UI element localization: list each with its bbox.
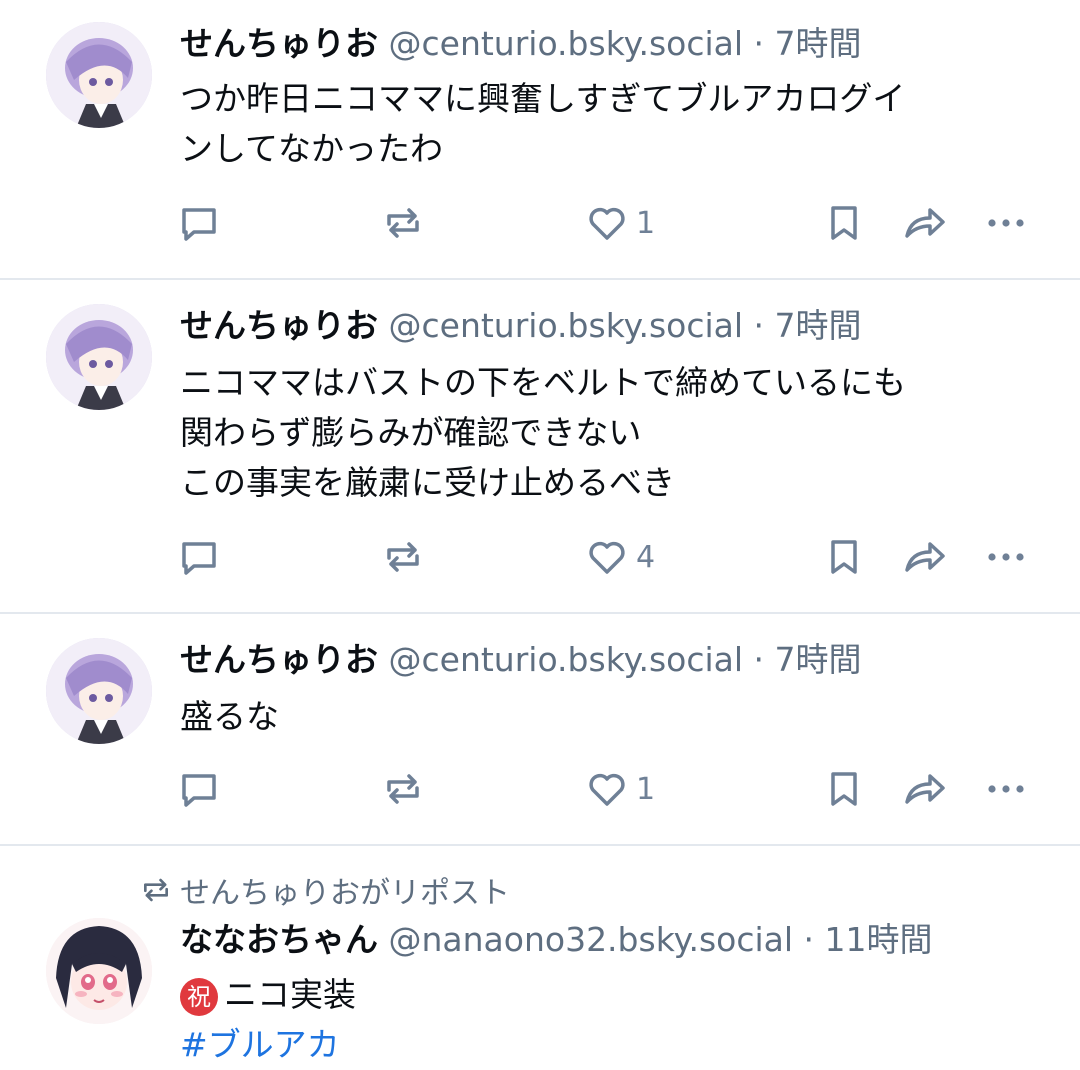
post-2[interactable]: せんちゅりお @centurio.bsky.social · 7時間 ニコママは… bbox=[0, 280, 1080, 614]
share-icon bbox=[905, 542, 945, 572]
more-icon bbox=[988, 219, 1024, 227]
bookmark-icon bbox=[831, 206, 857, 240]
post-3[interactable]: せんちゅりお @centurio.bsky.social · 7時間 盛るな 1 bbox=[0, 614, 1080, 846]
bookmark-button[interactable] bbox=[824, 198, 864, 248]
post-text-line: ニコママはバストの下をベルトで締めているにも bbox=[180, 363, 906, 402]
more-button[interactable] bbox=[984, 198, 1028, 248]
like-button[interactable]: 4 bbox=[586, 532, 655, 582]
like-button[interactable]: 1 bbox=[586, 764, 655, 814]
avatar[interactable] bbox=[46, 638, 152, 744]
separator: · bbox=[803, 920, 815, 959]
display-name[interactable]: ななおちゃん bbox=[180, 920, 378, 959]
post-text-line: つか昨日ニコママに興奮しすぎてブルアカログイ bbox=[180, 79, 906, 118]
action-bar: 1 bbox=[0, 198, 1080, 248]
post-header: せんちゅりお @centurio.bsky.social · 7時間 bbox=[180, 22, 862, 66]
reply-icon bbox=[182, 542, 216, 575]
like-count: 4 bbox=[636, 539, 656, 575]
avatar[interactable] bbox=[46, 304, 152, 410]
timestamp[interactable]: 7時間 bbox=[775, 306, 862, 345]
post-text-line: #ブルアカ bbox=[180, 1020, 1060, 1070]
share-button[interactable] bbox=[902, 532, 948, 582]
avatar-image bbox=[46, 304, 152, 410]
like-count: 1 bbox=[636, 771, 656, 807]
repost-button[interactable] bbox=[382, 532, 424, 582]
post-text: 盛るな bbox=[180, 692, 1060, 742]
avatar-image bbox=[46, 638, 152, 744]
display-name[interactable]: せんちゅりお bbox=[180, 306, 378, 345]
separator: · bbox=[753, 24, 765, 63]
handle[interactable]: @centurio.bsky.social bbox=[389, 24, 744, 63]
separator: · bbox=[753, 640, 765, 679]
handle[interactable]: @centurio.bsky.social bbox=[389, 306, 744, 345]
display-name[interactable]: せんちゅりお bbox=[180, 24, 378, 63]
action-bar: 4 bbox=[0, 532, 1080, 582]
hashtag-link[interactable]: #ブルアカ bbox=[180, 1025, 340, 1064]
bookmark-icon bbox=[831, 772, 857, 806]
separator: · bbox=[753, 306, 765, 345]
timestamp[interactable]: 11時間 bbox=[825, 920, 933, 959]
timestamp[interactable]: 7時間 bbox=[775, 640, 862, 679]
repost-button[interactable] bbox=[382, 198, 424, 248]
action-bar: 1 bbox=[0, 764, 1080, 814]
repost-icon bbox=[387, 774, 419, 804]
more-icon bbox=[988, 785, 1024, 793]
like-icon bbox=[589, 773, 625, 806]
share-icon bbox=[905, 208, 945, 238]
post-text: ニコママはバストの下をベルトで締めているにも 関わらず膨らみが確認できない この… bbox=[180, 358, 1060, 508]
timestamp[interactable]: 7時間 bbox=[775, 24, 862, 63]
share-button[interactable] bbox=[902, 764, 948, 814]
reply-button[interactable] bbox=[178, 532, 220, 582]
reply-button[interactable] bbox=[178, 764, 220, 814]
like-count: 1 bbox=[636, 205, 656, 241]
celebration-emoji-icon: 祝 bbox=[180, 977, 218, 1016]
post-text-segment: ニコ実装 bbox=[224, 975, 356, 1014]
like-icon bbox=[589, 541, 625, 574]
post-text-line: ンしてなかったわ bbox=[180, 129, 444, 168]
avatar-image bbox=[46, 22, 152, 128]
share-icon bbox=[905, 774, 945, 804]
post-1[interactable]: せんちゅりお @centurio.bsky.social · 7時間 つか昨日ニ… bbox=[0, 0, 1080, 280]
reply-icon bbox=[182, 208, 216, 241]
avatar[interactable] bbox=[46, 22, 152, 128]
share-button[interactable] bbox=[902, 198, 948, 248]
post-header: せんちゅりお @centurio.bsky.social · 7時間 bbox=[180, 638, 862, 682]
post-4[interactable]: せんちゅりおがリポスト ななおちゃん @nanaono32.bsky.socia… bbox=[0, 846, 1080, 1066]
post-text-line: 盛るな bbox=[180, 697, 279, 736]
repost-indicator[interactable]: せんちゅりおがリポスト bbox=[140, 868, 510, 912]
display-name[interactable]: せんちゅりお bbox=[180, 640, 378, 679]
handle[interactable]: @centurio.bsky.social bbox=[389, 640, 744, 679]
reply-icon bbox=[182, 774, 216, 807]
more-button[interactable] bbox=[984, 764, 1028, 814]
repost-label: せんちゅりおがリポスト bbox=[180, 876, 510, 911]
post-header: せんちゅりお @centurio.bsky.social · 7時間 bbox=[180, 304, 862, 348]
like-icon bbox=[589, 207, 625, 240]
repost-button[interactable] bbox=[382, 764, 424, 814]
avatar[interactable] bbox=[46, 918, 152, 1024]
repost-icon bbox=[144, 878, 168, 902]
repost-icon bbox=[387, 542, 419, 572]
post-text: 祝ニコ実装 #ブルアカ bbox=[180, 970, 1060, 1070]
reply-button[interactable] bbox=[178, 198, 220, 248]
like-button[interactable]: 1 bbox=[586, 198, 655, 248]
repost-icon bbox=[387, 208, 419, 238]
bookmark-button[interactable] bbox=[824, 764, 864, 814]
post-text-line: 関わらず膨らみが確認できない bbox=[180, 413, 642, 452]
more-icon bbox=[988, 553, 1024, 561]
post-text: つか昨日ニコママに興奮しすぎてブルアカログイ ンしてなかったわ bbox=[180, 74, 1060, 174]
more-button[interactable] bbox=[984, 532, 1028, 582]
post-text-line: 祝ニコ実装 bbox=[180, 970, 1060, 1020]
handle[interactable]: @nanaono32.bsky.social bbox=[389, 920, 794, 959]
bookmark-icon bbox=[831, 540, 857, 574]
post-header: ななおちゃん @nanaono32.bsky.social · 11時間 bbox=[180, 918, 933, 962]
post-text-line: この事実を厳粛に受け止めるべき bbox=[180, 463, 675, 502]
avatar-image bbox=[46, 918, 152, 1024]
bookmark-button[interactable] bbox=[824, 532, 864, 582]
